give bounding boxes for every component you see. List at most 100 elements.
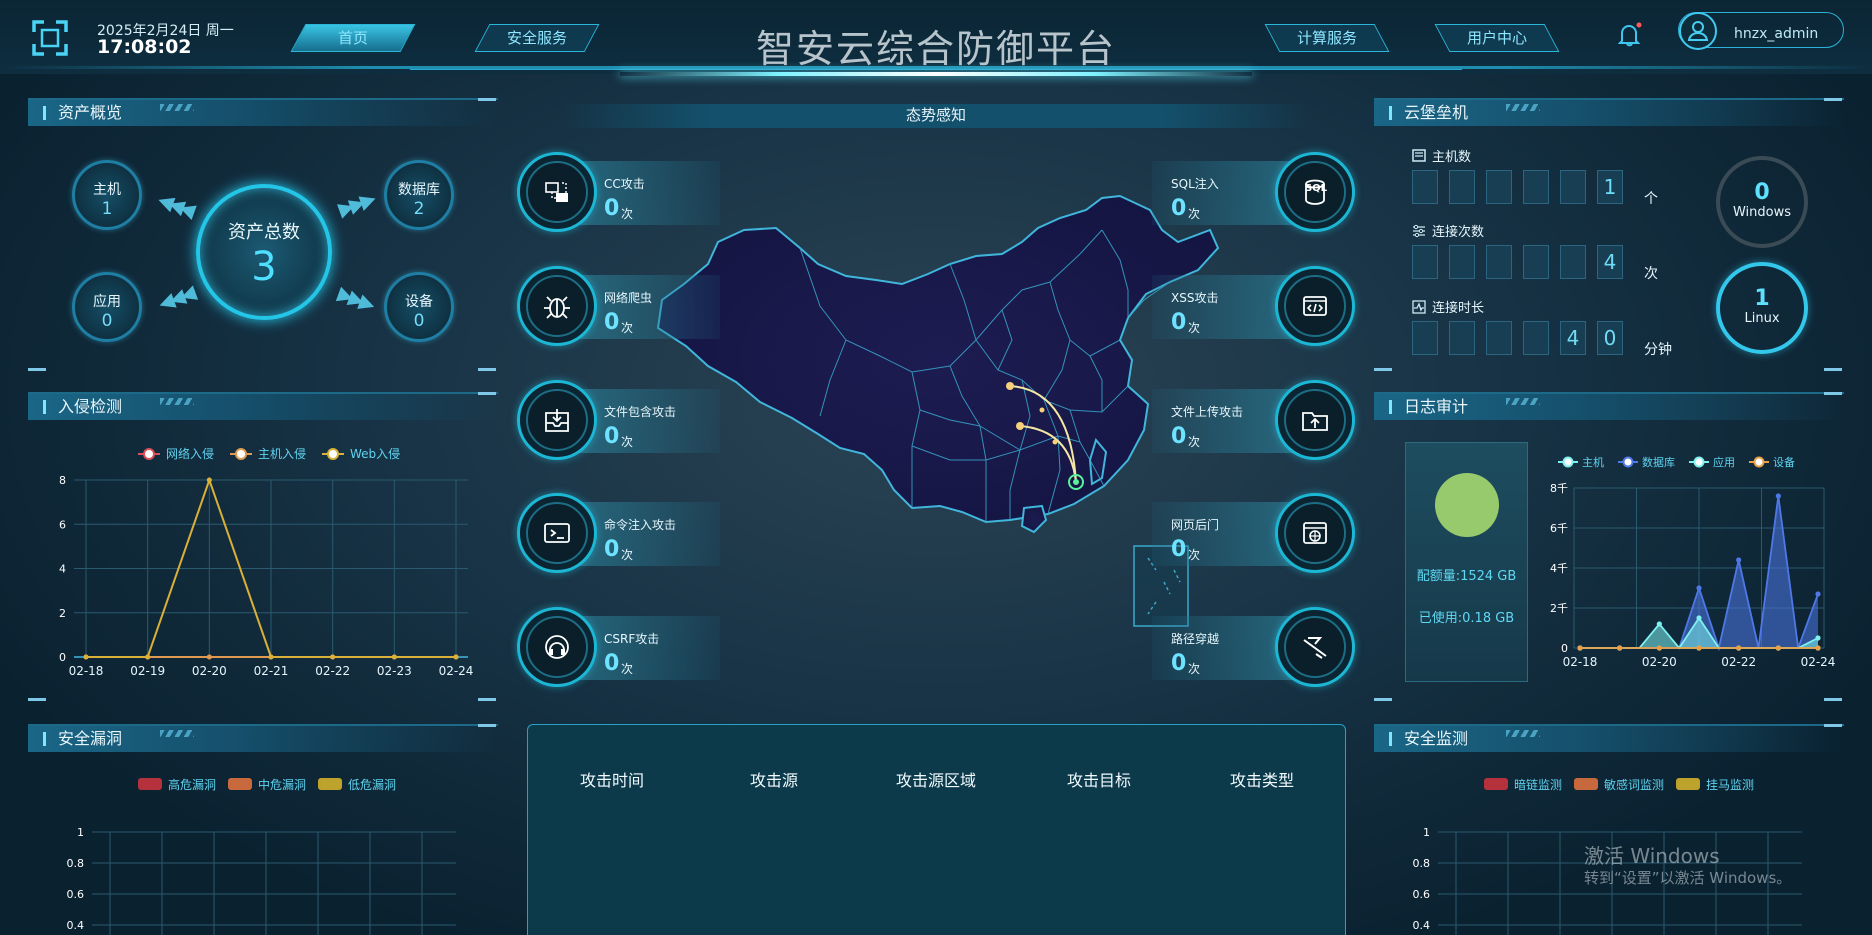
fortress-digit (1523, 321, 1549, 355)
legend-item[interactable]: 高危漏洞 (138, 777, 216, 792)
folder-upload-icon (1284, 389, 1346, 451)
inbox-icon (526, 389, 588, 451)
vuln-chart: 高危漏洞 中危漏洞 低危漏洞 1 0.8 0.6 0.4 (67, 777, 456, 935)
attack-unit: 次 (621, 321, 634, 335)
quota-label: 配额量:1524 GB (1416, 569, 1517, 584)
corner-mark (1374, 698, 1392, 701)
data-point (1815, 645, 1821, 651)
legend-label: 网络入侵 (166, 446, 214, 461)
attack-name: SQL注入 (1171, 177, 1219, 191)
attack-count: 0 (604, 196, 620, 221)
attack-item-ring[interactable] (517, 493, 597, 573)
y-tick-label: 0.6 (1413, 888, 1431, 901)
data-point (1815, 591, 1821, 597)
nav-home[interactable]: 首页 (290, 24, 416, 52)
attack-item-ring[interactable]: SQL (1275, 152, 1355, 232)
table-header-source-region: 攻击源区域 (896, 771, 977, 790)
legend-item[interactable]: Web入侵 (322, 446, 400, 461)
asset-app-ring[interactable]: 应用 0 (72, 272, 142, 342)
legend-item[interactable]: 中危漏洞 (228, 777, 306, 792)
activation-watermark-text: 转到“设置”以激活 Windows。 (1584, 869, 1792, 887)
corner-mark (1824, 724, 1842, 727)
attack-item-ring[interactable] (517, 152, 597, 232)
y-tick-label: 0.8 (67, 857, 85, 870)
y-tick-label: 2 (59, 607, 66, 620)
used-label: 已使用:0.18 GB (1418, 611, 1515, 626)
fortress-digit (1412, 321, 1438, 355)
situation-title: 态势感知 (905, 106, 966, 124)
fortress-digit: 1 (1597, 170, 1623, 204)
legend-item[interactable]: 低危漏洞 (318, 778, 396, 792)
data-point (1617, 645, 1623, 651)
attack-item-ring[interactable] (1275, 266, 1355, 346)
attack-item-ring[interactable] (517, 380, 597, 460)
attack-name: CC攻击 (604, 177, 645, 191)
legend-label: 中危漏洞 (258, 777, 306, 792)
fortress-metric-label: 连接次数 (1432, 225, 1485, 240)
legend-item[interactable]: 主机 (1558, 455, 1604, 469)
fortress-digit (1486, 245, 1512, 279)
legend-item[interactable]: 主机入侵 (230, 446, 306, 461)
attack-table (527, 724, 1346, 935)
asset-database-value: 2 (413, 199, 425, 219)
legend-item[interactable]: 设备 (1749, 455, 1795, 469)
asset-total-ring[interactable]: 资产总数 3 (196, 184, 332, 320)
y-tick-label: 1 (1423, 826, 1430, 839)
attack-item-ring[interactable] (517, 266, 597, 346)
asset-host-ring[interactable]: 主机 1 (72, 160, 142, 230)
fullscreen-icon[interactable] (32, 20, 68, 56)
asset-app-value: 0 (101, 311, 113, 331)
table-header-type: 攻击类型 (1230, 771, 1295, 790)
attack-count: 0 (604, 651, 620, 676)
attack-count: 0 (1171, 651, 1187, 676)
legend-item[interactable]: 暗链监测 (1484, 777, 1562, 792)
nav-compute-service[interactable]: 计算服务 (1264, 24, 1390, 52)
data-point (391, 654, 397, 660)
avatar[interactable] (1679, 12, 1717, 50)
pulse-icon (1412, 299, 1426, 314)
attack-item-ring[interactable] (1275, 607, 1355, 687)
bell-icon[interactable] (1617, 22, 1642, 48)
attack-item-ring[interactable] (1275, 380, 1355, 460)
asset-device-ring[interactable]: 设备 0 (384, 272, 454, 342)
nav-user-center[interactable]: 用户中心 (1434, 24, 1560, 52)
fortress-digit: 4 (1597, 245, 1623, 279)
legend-item[interactable]: 挂马监测 (1676, 778, 1754, 792)
title-stripe (1506, 104, 1540, 111)
data-point (1775, 645, 1781, 651)
fortress-digit (1486, 170, 1512, 204)
legend-item[interactable]: 应用 (1689, 455, 1735, 469)
data-point (145, 654, 151, 660)
attack-item-ring[interactable] (517, 607, 597, 687)
vuln-title: 安全漏洞 (28, 726, 498, 752)
legend-label: 挂马监测 (1706, 778, 1754, 792)
fortress-metric-unit: 分钟 (1644, 342, 1672, 358)
asset-database-ring[interactable]: 数据库 2 (384, 160, 454, 230)
x-tick-label: 02-19 (130, 664, 165, 678)
linux-ring[interactable]: 1 Linux (1716, 262, 1808, 354)
legend-item[interactable]: 网络入侵 (138, 446, 214, 461)
legend-label: 低危漏洞 (348, 778, 396, 792)
data-point (1656, 621, 1662, 627)
legend-item[interactable]: 数据库 (1618, 455, 1675, 469)
fortress-digit (1560, 170, 1586, 204)
nav-security-service[interactable]: 安全服务 (474, 24, 600, 52)
windows-ring[interactable]: 0 Windows (1716, 156, 1808, 248)
log-audit-title: 日志审计 (1374, 394, 1844, 420)
cc-attack-icon (526, 161, 588, 223)
terminal-icon (526, 502, 588, 564)
data-point (1815, 635, 1821, 641)
attack-item-ring[interactable] (1275, 493, 1355, 573)
china-outline (656, 194, 1220, 524)
nav-user-center-label: 用户中心 (1466, 29, 1527, 47)
activation-watermark-title: 激活 Windows (1584, 844, 1720, 868)
data-point (330, 654, 336, 660)
asset-host-label: 主机 (93, 182, 121, 198)
legend-item[interactable]: 敏感词监测 (1574, 777, 1664, 792)
legend-label: 高危漏洞 (168, 777, 216, 792)
username: hnzx_admin (1734, 26, 1819, 42)
x-tick-label: 02-22 (1721, 655, 1756, 669)
y-tick-label: 1 (77, 826, 84, 839)
nav-compute-service-label: 计算服务 (1296, 29, 1357, 47)
y-tick-label: 0.6 (67, 888, 85, 901)
